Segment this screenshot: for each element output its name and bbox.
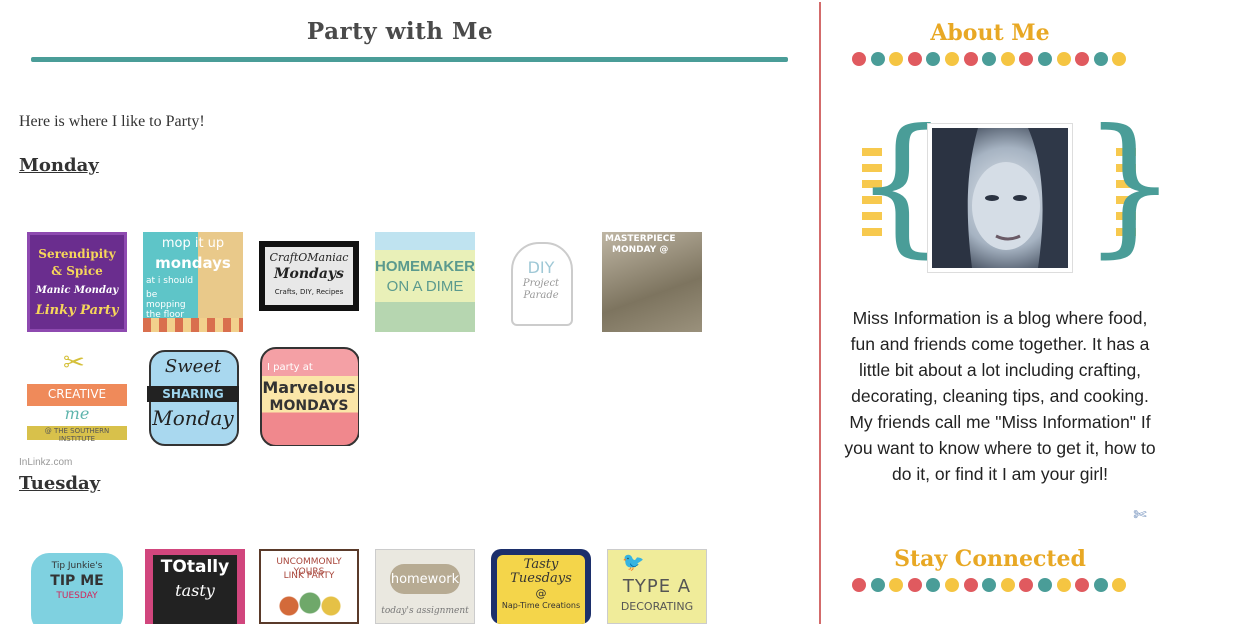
decorative-dot bbox=[870, 578, 885, 592]
decorative-dot bbox=[1056, 52, 1071, 66]
about-me-text: Miss Information is a blog where food, f… bbox=[844, 308, 1156, 484]
decorative-dot bbox=[963, 578, 978, 592]
decorative-dot bbox=[1019, 52, 1034, 66]
badge-creative-me[interactable]: ✂ CREATIVE me @ THE SOUTHERN INSTITUTE bbox=[27, 346, 127, 446]
decorative-dot bbox=[926, 52, 941, 66]
decorative-dot bbox=[889, 52, 904, 66]
decorative-dot bbox=[870, 52, 885, 66]
decorative-dot bbox=[1038, 578, 1052, 592]
badge-tip-me-tuesday[interactable]: Tip Junkie's TIP ME TUESDAY bbox=[27, 549, 127, 624]
decorative-dot bbox=[945, 52, 959, 66]
badge-diy-project-parade[interactable]: DIY Project Parade bbox=[491, 232, 591, 332]
badge-masterpiece-monday[interactable]: MASTERPIECE MONDAY @ bbox=[602, 232, 702, 332]
badge-mop-it-up-mondays[interactable]: mop it up mondays at i should be mopping… bbox=[143, 232, 243, 332]
badge-marvelous-mondays[interactable]: I party at Marvelous MONDAYS bbox=[259, 346, 359, 446]
main-content: Party with Me Here is where I like to Pa… bbox=[0, 0, 818, 624]
badge-homework[interactable]: homework today's assignment bbox=[375, 549, 475, 624]
badge-sweet-sharing-monday[interactable]: Sweet SHARING Monday bbox=[143, 346, 243, 446]
decorative-dot bbox=[1093, 52, 1108, 66]
decorative-dot bbox=[889, 578, 904, 592]
badge-tasty-tuesdays[interactable]: Tasty Tuesdays @ Nap-Time Creations bbox=[491, 549, 591, 624]
about-me-title: About Me bbox=[930, 20, 1050, 46]
decorative-dot bbox=[982, 52, 997, 66]
decorative-dot bbox=[1038, 52, 1052, 66]
monday-heading[interactable]: Monday bbox=[19, 155, 99, 176]
decorative-dot bbox=[907, 578, 922, 592]
edit-widget-icon[interactable]: ✄ bbox=[1130, 505, 1150, 525]
decorative-dot bbox=[1019, 578, 1034, 592]
badge-uncommonly-yours[interactable]: UNCOMMONLY YOURS LINK PARTY bbox=[259, 549, 359, 624]
post-title: Party with Me bbox=[306, 18, 494, 45]
inlinkz-link[interactable]: InLinkz.com bbox=[19, 457, 72, 468]
decorative-dot bbox=[963, 52, 978, 66]
column-divider bbox=[819, 2, 821, 624]
title-underline bbox=[31, 57, 788, 62]
decorative-dot bbox=[1112, 52, 1127, 66]
badge-craftomaniac-mondays[interactable]: CraftOManiac Mondays Crafts, DIY, Recipe… bbox=[259, 241, 359, 311]
decorative-dot bbox=[945, 578, 959, 592]
badge-type-a-decorating[interactable]: 🐦 TYPE A DECORATING bbox=[607, 549, 707, 624]
badge-totally-tasty[interactable]: TOtally tasty bbox=[145, 549, 245, 624]
decorative-dot bbox=[1093, 578, 1108, 592]
badge-serendipity-spice[interactable]: Serendipity & Spice Manic Monday Linky P… bbox=[27, 232, 127, 332]
decorative-dot bbox=[1112, 578, 1127, 592]
tuesday-heading[interactable]: Tuesday bbox=[19, 473, 100, 494]
decorative-dot bbox=[1075, 578, 1090, 592]
decorative-dot bbox=[852, 578, 866, 592]
decorative-dot bbox=[1000, 578, 1015, 592]
profile-portrait-icon bbox=[932, 128, 1068, 268]
right-brace-icon: } bbox=[1082, 98, 1178, 272]
decorative-dot bbox=[852, 52, 866, 66]
intro-text: Here is where I like to Party! bbox=[19, 113, 205, 130]
profile-photo-frame: { } bbox=[854, 110, 1177, 278]
decorative-dot bbox=[982, 578, 997, 592]
decorative-dot bbox=[926, 578, 941, 592]
decorative-dot bbox=[1000, 52, 1015, 66]
decorative-dot bbox=[1075, 52, 1090, 66]
decorative-dot bbox=[1056, 578, 1071, 592]
sidebar: About Me { } Miss Information is a blog … bbox=[830, 0, 1177, 624]
profile-photo[interactable] bbox=[928, 124, 1072, 272]
decorative-dot bbox=[907, 52, 922, 66]
badge-homemaker-on-a-dime[interactable]: HOMEMAKER ON A DIME bbox=[375, 232, 475, 332]
stay-connected-title: Stay Connected bbox=[894, 546, 1086, 572]
